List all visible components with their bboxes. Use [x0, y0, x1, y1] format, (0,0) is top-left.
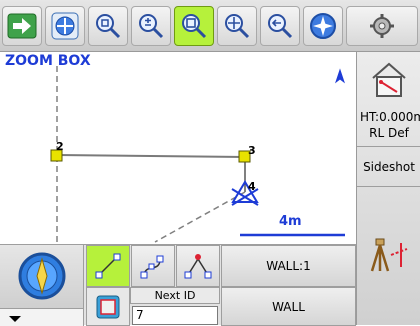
- orientation-button[interactable]: [0, 245, 84, 308]
- sideshot-button[interactable]: Sideshot: [357, 147, 420, 187]
- point-label-2: 2: [56, 140, 64, 153]
- zoom-extents-button[interactable]: [217, 6, 257, 46]
- pan-hand-icon: [51, 12, 79, 40]
- wall-code-button[interactable]: WALL:1: [221, 245, 356, 287]
- options-dropdown[interactable]: [0, 308, 84, 326]
- height-button[interactable]: HT:0.000m RL Def: [357, 52, 420, 147]
- dashed-projection-line: [154, 191, 246, 243]
- zoom-box-icon: [182, 14, 207, 39]
- compass-navigation-icon: [310, 13, 336, 39]
- map-drawing: [50, 66, 345, 244]
- arc-mode-button[interactable]: [176, 245, 220, 287]
- compass-navigation-button[interactable]: [303, 6, 343, 46]
- curve-mode-button[interactable]: [131, 245, 175, 287]
- map-canvas[interactable]: ZOOM BOX 2 3 4 A 4m: [0, 52, 357, 244]
- wall-line: [56, 154, 246, 158]
- north-arrow-icon: [335, 68, 345, 84]
- line-draw-icon: [95, 253, 121, 279]
- bottom-controls: WALL:1 Next ID 7 WALL: [0, 244, 356, 326]
- next-arrow-icon: [7, 13, 37, 39]
- pan-button[interactable]: [45, 6, 85, 46]
- zoom-center-button[interactable]: [88, 6, 128, 46]
- stakeout-button[interactable]: [357, 187, 420, 325]
- chevron-down-icon: [9, 316, 21, 322]
- zoom-center-icon: [96, 14, 121, 39]
- line-mode-button[interactable]: [86, 245, 130, 287]
- curve-draw-icon: [140, 255, 164, 279]
- house-height-icon: [372, 62, 406, 97]
- right-panel: HT:0.000m RL Def Sideshot: [356, 52, 420, 325]
- point-label-4: 4: [248, 180, 256, 193]
- next-arrow-button[interactable]: [2, 6, 42, 46]
- zoom-box-button[interactable]: [174, 6, 214, 46]
- zoom-previous-icon: [268, 14, 293, 39]
- layer-button[interactable]: [86, 287, 130, 326]
- wall-button[interactable]: WALL: [221, 287, 356, 326]
- top-toolbar: [0, 0, 420, 52]
- zoom-extents-icon: [225, 14, 250, 39]
- arc-draw-icon: [184, 254, 212, 279]
- rl-default-label: RL Def: [369, 126, 409, 140]
- settings-icon: [370, 14, 394, 38]
- zoom-previous-button[interactable]: [260, 6, 300, 46]
- settings-button[interactable]: [346, 6, 418, 46]
- height-value: HT:0.000m: [360, 110, 420, 124]
- zoom-in-out-button[interactable]: [131, 6, 171, 46]
- point-label-3: 3: [248, 144, 256, 157]
- survey-tripod-icon: [370, 238, 408, 272]
- next-id-field[interactable]: 7: [132, 306, 218, 325]
- next-id-label: Next ID: [130, 287, 220, 304]
- layer-icon: [96, 295, 120, 319]
- zoom-in-out-icon: [139, 14, 164, 39]
- scale-label: 4m: [279, 214, 302, 229]
- compass-icon: [18, 252, 66, 300]
